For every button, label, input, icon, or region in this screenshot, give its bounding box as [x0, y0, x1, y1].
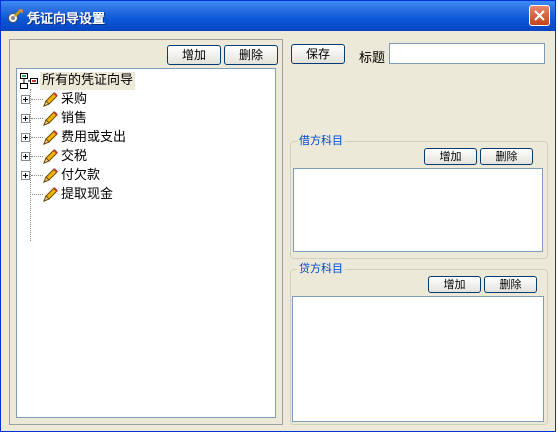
tree-item-label: 费用或支出 — [61, 130, 127, 145]
tree-item-label: 交税 — [61, 149, 88, 164]
pencil-icon — [43, 92, 58, 107]
tree-item-label: 付欠款 — [61, 168, 101, 183]
debit-add-button[interactable]: 增加 — [424, 148, 477, 165]
pencil-icon — [43, 130, 58, 145]
tree-item-label: 采购 — [61, 92, 88, 107]
pencil-icon — [43, 111, 58, 126]
credit-account-legend: 贷方科目 — [297, 262, 345, 276]
debit-delete-button[interactable]: 删除 — [480, 148, 533, 165]
wizard-tree[interactable]: 所有的凭证向导 采购 销售 费用或支出 交税 付欠款 提取现金 — [16, 68, 276, 418]
credit-add-button[interactable]: 增加 — [428, 276, 481, 293]
title-field-label: 标题 — [359, 51, 386, 66]
expand-plus-icon[interactable] — [21, 152, 30, 161]
wizard-icon — [8, 9, 23, 23]
title-bar[interactable]: 凭证向导设置 — [1, 1, 555, 31]
add-wizard-button[interactable]: 增加 — [167, 45, 221, 65]
close-x-icon — [534, 10, 545, 21]
debit-account-legend: 借方科目 — [297, 134, 345, 148]
pencil-icon — [43, 149, 58, 164]
save-button[interactable]: 保存 — [291, 44, 345, 64]
tree-connector-line — [30, 89, 31, 241]
credit-account-list[interactable] — [292, 296, 544, 422]
pencil-icon — [43, 187, 58, 202]
credit-account-group: 贷方科目 增加 删除 — [290, 262, 548, 425]
wizard-tree-panel: 增加 删除 所有的凭证向导 采购 销售 费用或支出 交税 付欠款 提取现金 — [9, 39, 283, 425]
pencil-icon — [43, 168, 58, 183]
expand-plus-icon[interactable] — [21, 171, 30, 180]
close-button[interactable] — [529, 5, 550, 26]
tree-root-icon — [20, 73, 38, 89]
window-title: 凭证向导设置 — [27, 12, 106, 27]
expand-plus-icon[interactable] — [21, 114, 30, 123]
debit-account-group: 借方科目 增加 删除 — [290, 134, 548, 259]
credit-delete-button[interactable]: 删除 — [484, 276, 537, 293]
tree-item-label: 提取现金 — [61, 187, 114, 202]
tree-item-label: 销售 — [61, 111, 88, 126]
expand-plus-icon[interactable] — [21, 95, 30, 104]
delete-wizard-button[interactable]: 删除 — [224, 45, 278, 65]
tree-root-label: 所有的凭证向导 — [40, 72, 136, 90]
debit-account-list[interactable] — [293, 168, 543, 252]
voucher-wizard-window: 凭证向导设置 增加 删除 所有的凭证向导 采购 销售 费用或支出 交税 付欠款 … — [0, 0, 556, 432]
title-input[interactable] — [389, 43, 545, 64]
expand-plus-icon[interactable] — [21, 133, 30, 142]
